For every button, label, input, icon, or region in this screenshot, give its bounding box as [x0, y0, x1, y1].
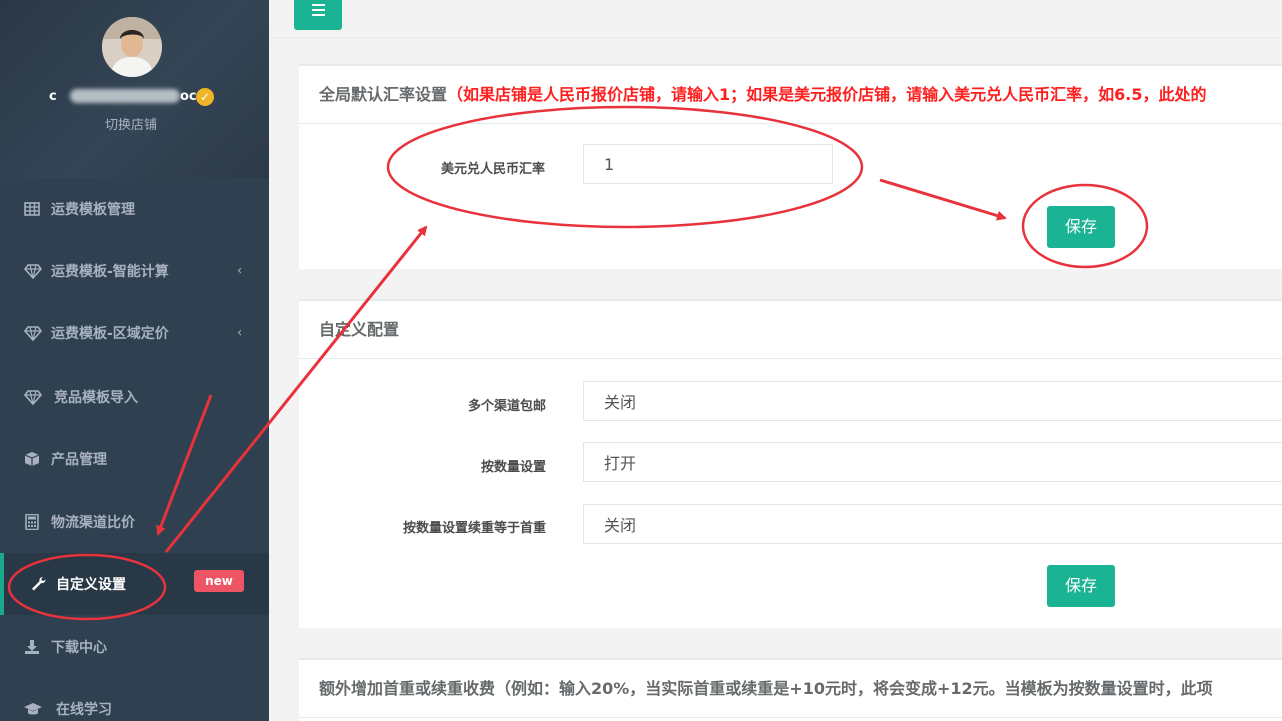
- sidebar-item-competitor-import[interactable]: 竞品模板导入: [0, 366, 269, 428]
- switch-shop-link[interactable]: 切换店铺: [0, 114, 262, 133]
- graduation-cap-icon: [24, 703, 42, 715]
- username-start: c: [49, 89, 57, 104]
- sidebar-item-label: 物流渠道比价: [51, 515, 135, 531]
- sidebar-item-label: 下载中心: [51, 640, 107, 656]
- chevron-left-icon: ‹: [237, 325, 243, 341]
- extra-fee-panel: 额外增加首重或续重收费（例如：输入20%，当实际首重或续重是+10元时，将会变成…: [299, 658, 1282, 721]
- cube-icon: [24, 452, 40, 466]
- sidebar-item-download-center[interactable]: 下载中心: [0, 616, 269, 678]
- multi-channel-free-shipping-select[interactable]: [583, 381, 1282, 421]
- sidebar-item-label: 竞品模板导入: [54, 390, 138, 406]
- sidebar-item-online-learning[interactable]: 在线学习: [0, 678, 269, 721]
- new-badge: new: [194, 570, 244, 592]
- avatar[interactable]: [102, 17, 162, 77]
- panel-title: 额外增加首重或续重收费（例如：输入20%，当实际首重或续重是+10元时，将会变成…: [299, 660, 1282, 718]
- hamburger-icon: [312, 4, 325, 6]
- exchange-rate-warning: （如果店铺是人民币报价店铺，请输入1；如果是美元报价店铺，请输入美元兑人民币汇率…: [447, 85, 1207, 104]
- sidebar-item-label: 运费模板-智能计算: [51, 264, 169, 280]
- sidebar-item-label: 产品管理: [51, 452, 107, 468]
- wrench-icon: [32, 577, 46, 591]
- sidebar-item-logistics-compare[interactable]: 物流渠道比价: [0, 491, 269, 553]
- sidebar-item-label: 运费模板-区域定价: [51, 326, 169, 342]
- grid-table-icon: [24, 202, 40, 216]
- download-icon: [25, 640, 39, 654]
- verified-badge-icon: ✓: [196, 88, 214, 106]
- menu-toggle-button[interactable]: [294, 0, 342, 30]
- profile-header: c oc ✓ 切换店铺: [0, 0, 269, 178]
- save-custom-config-button[interactable]: 保存: [1047, 565, 1115, 607]
- exchange-rate-label: 美元兑人民币汇率: [440, 162, 545, 177]
- chevron-left-icon: ‹: [237, 263, 243, 279]
- multi-channel-free-shipping-label: 多个渠道包邮: [467, 399, 546, 414]
- panel-title: 自定义配置: [299, 301, 1282, 359]
- panel-title: 全局默认汇率设置（如果店铺是人民币报价店铺，请输入1；如果是美元报价店铺，请输入…: [299, 66, 1282, 124]
- sidebar-item-label: 自定义设置: [56, 577, 126, 593]
- calculator-icon: [25, 514, 39, 530]
- sidebar-item-shipping-template[interactable]: 运费模板管理: [0, 178, 269, 240]
- sidebar-item-label: 运费模板管理: [51, 202, 135, 218]
- continued-weight-equals-first-label: 按数量设置续重等于首重: [402, 521, 546, 536]
- username: c oc ✓: [40, 87, 230, 107]
- sidebar-item-region-pricing[interactable]: 运费模板-区域定价 ‹: [0, 302, 269, 364]
- diamond-icon: [24, 264, 42, 279]
- quantity-setting-select[interactable]: [583, 442, 1282, 482]
- save-exchange-rate-button[interactable]: 保存: [1047, 206, 1115, 248]
- exchange-rate-title: 全局默认汇率设置: [319, 85, 448, 104]
- username-redacted: [70, 89, 180, 103]
- sidebar-item-custom-settings[interactable]: 自定义设置 new: [0, 553, 269, 615]
- quantity-setting-label: 按数量设置: [480, 460, 546, 475]
- sidebar-item-smart-calc[interactable]: 运费模板-智能计算 ‹: [0, 240, 269, 302]
- sidebar-item-label: 在线学习: [56, 702, 112, 718]
- diamond-icon: [24, 390, 42, 405]
- top-bar: [269, 0, 1282, 38]
- custom-config-panel: 自定义配置 多个渠道包邮 按数量设置 按数量设置续重等于首重 保存: [299, 299, 1282, 628]
- exchange-rate-panel: 全局默认汇率设置（如果店铺是人民币报价店铺，请输入1；如果是美元报价店铺，请输入…: [299, 64, 1282, 269]
- exchange-rate-input[interactable]: [583, 144, 833, 184]
- sidebar-item-products[interactable]: 产品管理: [0, 428, 269, 490]
- sidebar: c oc ✓ 切换店铺 运费模板管理 运费模板-智能计算 ‹ 运费模板-区域定价…: [0, 0, 269, 721]
- diamond-icon: [24, 326, 42, 341]
- username-end: oc: [180, 89, 197, 104]
- continued-weight-equals-first-select[interactable]: [583, 504, 1282, 544]
